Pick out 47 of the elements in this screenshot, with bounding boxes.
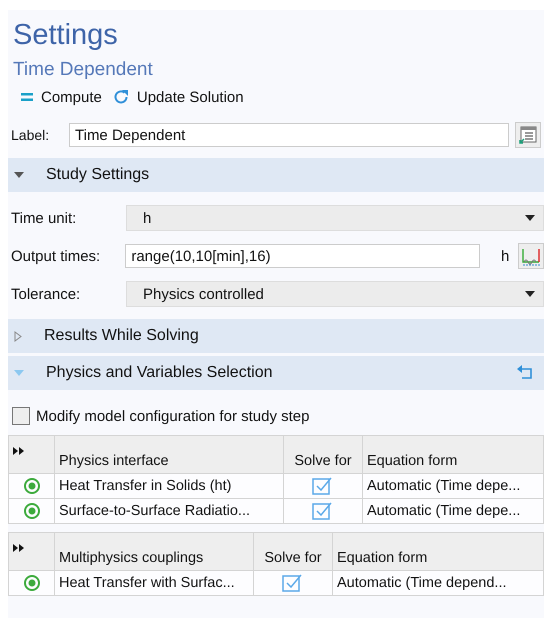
panel-subtitle: Time Dependent (12, 58, 154, 82)
collapse-icon (14, 369, 24, 377)
solve-for-checkbox[interactable] (282, 573, 304, 593)
equals-icon (20, 92, 34, 102)
refresh-icon (112, 88, 130, 106)
column-header: Solve for (254, 532, 332, 570)
table-cell: Surface-to-Surface Radiatio... (54, 498, 284, 524)
column-header: Physics interface (54, 436, 284, 474)
expand-icon (14, 330, 22, 342)
fast-forward-icon (13, 544, 25, 552)
label-field[interactable]: Time Dependent (69, 123, 509, 147)
column-header: Equation form (332, 532, 544, 570)
range-button[interactable] (518, 243, 544, 269)
section-header[interactable]: Study Settings (8, 158, 544, 192)
section-header[interactable]: Results While Solving (8, 319, 544, 353)
collapse-icon (14, 171, 24, 179)
node-label-button[interactable] (515, 122, 541, 148)
output-times-field[interactable]: range(10,10[min],16) (125, 244, 480, 268)
field-label: Tolerance: (11, 286, 82, 302)
caret-icon (525, 215, 535, 221)
update-button[interactable]: Update Solution (110, 88, 246, 106)
table-cell: Heat Transfer in Solids (ht) (54, 474, 284, 498)
section-header[interactable]: Physics and Variables Selection (8, 356, 544, 390)
checkbox[interactable] (12, 407, 30, 425)
column-header: Solve for (284, 436, 362, 474)
fast-forward-icon (13, 447, 25, 455)
table-cell: Automatic (Time depe... (362, 474, 544, 498)
dropdown[interactable]: h (126, 205, 544, 231)
table-cell: Automatic (Time depe... (362, 498, 544, 524)
dropdown[interactable]: Physics controlled (126, 281, 544, 307)
panel-title: Settings (12, 18, 119, 52)
solve-for-checkbox[interactable] (312, 476, 334, 496)
status-icon (22, 502, 40, 520)
table-cell: Automatic (Time depend... (332, 570, 544, 596)
column-header: Equation form (362, 436, 544, 474)
unit-label: h (500, 248, 510, 264)
field-label: Time unit: (11, 210, 78, 226)
table-cell: Heat Transfer with Surfac... (54, 570, 254, 596)
checkbox-label: Modify model configuration for study step (36, 408, 310, 424)
compute-button[interactable]: Compute (18, 88, 104, 106)
status-icon (22, 477, 40, 495)
field-label: Output times: (11, 248, 102, 264)
column-header: Multiphysics couplings (54, 532, 254, 570)
solve-for-checkbox[interactable] (312, 501, 334, 521)
status-icon (22, 574, 40, 592)
label-caption: Label: (11, 127, 50, 143)
caret-icon (525, 291, 535, 297)
